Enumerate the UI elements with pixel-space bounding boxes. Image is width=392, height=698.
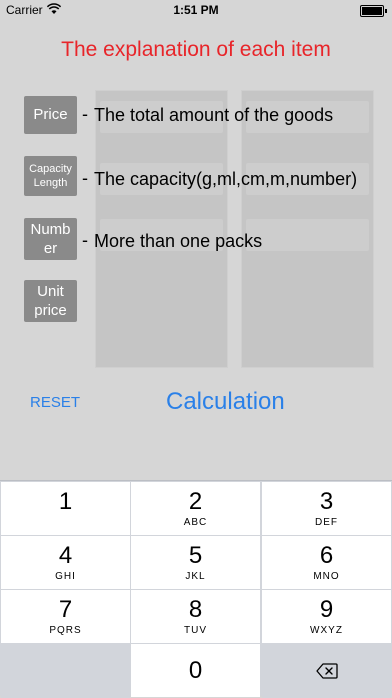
key-1[interactable]: 1 [1, 482, 130, 535]
label-line: price [34, 302, 67, 319]
dash: - [82, 104, 88, 124]
input-column-1 [95, 90, 228, 368]
key-digit: 2 [188, 488, 203, 515]
key-letters: GHI [55, 571, 76, 582]
status-time: 1:51 PM [173, 3, 219, 17]
label-line: Price [33, 106, 68, 123]
key-digit: 0 [188, 657, 203, 684]
key-4[interactable]: 4 GHI [1, 536, 130, 589]
key-digit: 8 [188, 596, 203, 623]
dash: - [82, 230, 88, 250]
key-5[interactable]: 5 JKL [131, 536, 260, 589]
key-2[interactable]: 2 ABC [131, 482, 260, 535]
status-bar: Carrier 1:51 PM [0, 0, 392, 20]
key-letters: DEF [315, 517, 338, 528]
key-digit: 9 [319, 596, 334, 623]
key-digit: 7 [58, 596, 73, 623]
key-letters: JKL [185, 571, 206, 582]
battery-icon [360, 5, 387, 17]
reset-button[interactable]: RESET [30, 394, 80, 411]
key-9[interactable]: 9 WXYZ [262, 590, 391, 643]
input-column-2 [241, 90, 374, 368]
key-letters: WXYZ [310, 625, 343, 636]
key-letters: ABC [183, 517, 208, 528]
label-line: er [43, 240, 58, 257]
label-capacity-length: Capacity Length [24, 156, 77, 196]
delete-backspace-icon [316, 663, 338, 679]
label-line: Unit [37, 283, 64, 300]
key-digit: 1 [58, 488, 73, 515]
key-letters: MNO [313, 571, 340, 582]
number-input-2[interactable] [246, 219, 369, 251]
calculation-button[interactable]: Calculation [166, 388, 285, 416]
numeric-keyboard: 1 2 ABC 3 DEF 4 GHI 5 JKL 6 MNO 7 PQRS 8… [0, 480, 392, 698]
delete-key[interactable] [262, 644, 391, 698]
label-price: Price [24, 96, 77, 134]
label-number: Numb er [24, 218, 77, 260]
label-unit-price: Unit price [24, 280, 77, 322]
key-6[interactable]: 6 MNO [262, 536, 391, 589]
explanation-price: The total amount of the goods [94, 105, 334, 125]
blank-key [1, 644, 130, 698]
label-line: Length [33, 177, 68, 189]
key-8[interactable]: 8 TUV [131, 590, 260, 643]
label-line: Numb [30, 221, 71, 238]
key-0[interactable]: 0 [131, 644, 260, 697]
key-3[interactable]: 3 DEF [262, 482, 391, 535]
key-letters: PQRS [49, 625, 82, 636]
key-digit: 3 [319, 488, 334, 515]
key-7[interactable]: 7 PQRS [1, 590, 130, 643]
key-digit: 4 [58, 542, 73, 569]
dash: - [82, 168, 88, 188]
key-digit: 6 [319, 542, 334, 569]
explanation-number: More than one packs [94, 231, 263, 251]
key-letters: TUV [184, 625, 207, 636]
page-title: The explanation of each item [61, 38, 331, 61]
key-digit: 5 [188, 542, 203, 569]
label-line: Capacity [29, 163, 72, 175]
explanation-capacity: The capacity(g,ml,cm,m,number) [94, 169, 358, 189]
